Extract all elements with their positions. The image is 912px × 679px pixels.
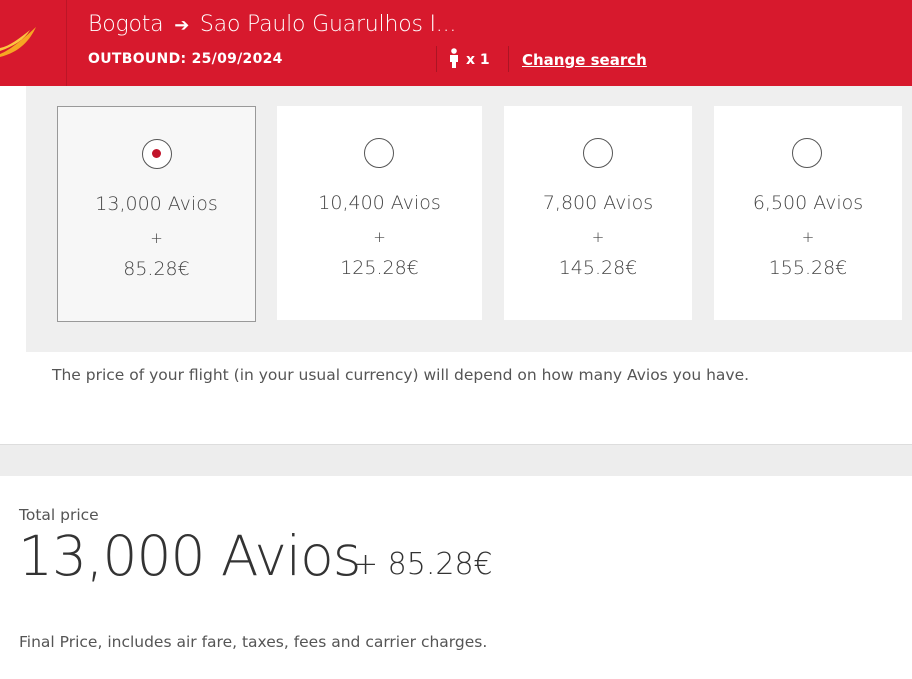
total-avios-value: 13,000 Avios [18, 524, 361, 588]
option-avios: 13,000 Avios [95, 193, 218, 215]
passenger-count: x 1 [448, 48, 490, 68]
total-cash-value: + 85.28€ [353, 547, 493, 582]
option-cash: 145.28€ [558, 257, 638, 279]
radio-button[interactable] [583, 138, 613, 168]
outbound-date: OUTBOUND: 25/09/2024 [88, 51, 283, 67]
avios-option-2[interactable]: 10,400 Avios + 125.28€ [277, 106, 482, 320]
option-plus: + [801, 228, 815, 246]
option-avios: 10,400 Avios [318, 192, 441, 214]
option-cash: 85.28€ [123, 258, 190, 280]
header-divider [436, 46, 437, 72]
radio-dot [152, 149, 161, 158]
search-header: Bogota ➔ Sao Paulo Guarulhos I... OUTBOU… [0, 0, 912, 86]
option-avios: 7,800 Avios [542, 192, 654, 214]
passenger-count-label: x 1 [466, 52, 490, 68]
option-cash: 125.28€ [340, 257, 419, 279]
total-price-label: Total price [19, 506, 99, 524]
change-search-link[interactable]: Change search [522, 51, 647, 69]
final-price-note: Final Price, includes air fare, taxes, f… [19, 633, 488, 651]
header-divider [508, 46, 509, 72]
radio-button[interactable] [792, 138, 822, 168]
price-note: The price of your flight (in your usual … [52, 366, 750, 384]
airline-logo-icon [0, 27, 36, 57]
radio-button-selected[interactable] [142, 139, 172, 169]
avios-option-3[interactable]: 7,800 Avios + 145.28€ [504, 106, 692, 320]
option-plus: + [591, 228, 605, 246]
radio-button[interactable] [364, 138, 394, 168]
origin-city: Bogota [88, 12, 164, 37]
option-cash: 155.28€ [768, 257, 848, 279]
avios-option-1[interactable]: 13,000 Avios + 85.28€ [57, 106, 256, 322]
destination-city: Sao Paulo Guarulhos I... [199, 12, 457, 37]
passenger-icon [450, 48, 458, 68]
avios-option-4[interactable]: 6,500 Avios + 155.28€ [714, 106, 902, 320]
airline-logo[interactable] [0, 0, 67, 86]
option-plus: + [373, 228, 386, 246]
avios-options-panel: 13,000 Avios + 85.28€ 10,400 Avios + 125… [26, 86, 912, 352]
route-arrow-icon: ➔ [174, 15, 190, 36]
option-avios: 6,500 Avios [752, 192, 864, 214]
route-title: Bogota ➔ Sao Paulo Guarulhos I... [88, 12, 456, 37]
section-divider [0, 444, 912, 476]
option-plus: + [150, 229, 163, 247]
